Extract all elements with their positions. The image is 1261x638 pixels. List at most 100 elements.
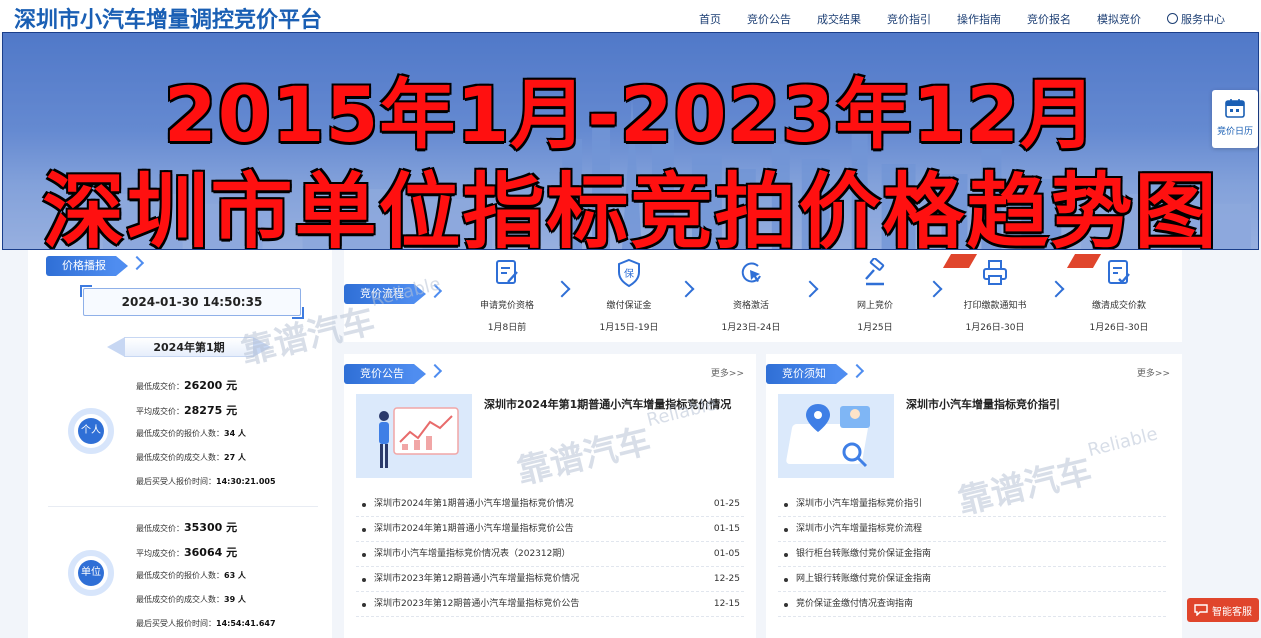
price-broadcast-panel: 价格播报 2024-01-30 14:50:35 2024年第1期 个人 最低成… bbox=[28, 250, 332, 638]
price-broadcast-tab: 价格播报 bbox=[46, 255, 145, 276]
broadcast-timestamp: 2024-01-30 14:50:35 bbox=[80, 285, 304, 319]
headline-title: 深圳市单位指标竞拍价格趋势图 bbox=[42, 165, 1219, 250]
step-title: 缴清成交价款 bbox=[1091, 301, 1146, 311]
list-item-date: 01-15 bbox=[713, 524, 740, 534]
chat-bubble-icon bbox=[1194, 604, 1208, 616]
stat-value: 36064 元 bbox=[184, 546, 238, 559]
bid-process-tab: 竞价流程 bbox=[344, 283, 443, 304]
nav-simulation[interactable]: 模拟竞价 bbox=[1097, 11, 1141, 27]
nav-announcements[interactable]: 竞价公告 bbox=[747, 11, 791, 27]
list-item-title: 深圳市2024年第1期普通小汽车增量指标竞价情况 bbox=[374, 499, 574, 509]
checklist-icon bbox=[1108, 260, 1130, 284]
guide-list: 深圳市小汽车增量指标竞价指引 深圳市小汽车增量指标竞价流程 银行柜台转账缴付竞价… bbox=[778, 492, 1166, 617]
stat-value: 28275 元 bbox=[184, 404, 238, 417]
step-activate[interactable]: 资格激活 1月23日-24日 bbox=[696, 258, 806, 333]
guides-tab: 竞价须知 bbox=[766, 363, 865, 384]
bid-calendar-widget[interactable]: 竞价日历 bbox=[1212, 90, 1258, 148]
step-title: 资格激活 bbox=[732, 301, 769, 311]
personal-avg-price: 平均成交价：28275 元 bbox=[136, 402, 237, 418]
personal-min-deals: 最低成交价的成交人数：27 人 bbox=[136, 452, 246, 463]
stat-label: 最低成交价的报价人数： bbox=[136, 429, 224, 438]
list-item[interactable]: 竞价保证金缴付情况查询指南 bbox=[778, 592, 1166, 617]
step-print-notice[interactable]: 打印缴款通知书 1月26日-30日 bbox=[940, 254, 1050, 333]
list-item[interactable]: 深圳市小汽车增量指标竞价指引 bbox=[778, 492, 1166, 517]
guides-more-link[interactable]: 更多>> bbox=[1137, 366, 1170, 379]
unit-min-price: 最低成交价：35300 元 bbox=[136, 519, 237, 535]
guide-feature-title[interactable]: 深圳市小汽车增量指标竞价指引 bbox=[906, 396, 1060, 412]
list-item-title: 深圳市2023年第12期普通小汽车增量指标竞价公告 bbox=[374, 599, 580, 609]
stat-value: 27 人 bbox=[224, 453, 246, 462]
stat-value: 39 人 bbox=[224, 595, 246, 604]
ribbon-badge bbox=[942, 254, 978, 268]
stat-value: 14:30:21.005 bbox=[216, 477, 276, 486]
stat-label: 最低成交价： bbox=[136, 382, 184, 391]
list-item[interactable]: 深圳市小汽车增量指标竞价情况表（202312期） 01-05 bbox=[356, 542, 744, 567]
unit-min-bidders: 最低成交价的报价人数：63 人 bbox=[136, 570, 246, 581]
stat-value: 35300 元 bbox=[184, 521, 238, 534]
guides-tab-label: 竞价须知 bbox=[782, 367, 826, 380]
chevron-right-icon bbox=[1047, 280, 1065, 298]
chevron-right-icon bbox=[427, 283, 443, 299]
step-title: 缴付保证金 bbox=[606, 301, 652, 311]
auction-hammer-icon bbox=[865, 257, 885, 286]
list-item-title: 网上银行转账缴付竞价保证金指南 bbox=[796, 574, 932, 584]
user-icon bbox=[1167, 13, 1178, 24]
nav-home[interactable]: 首页 bbox=[699, 11, 721, 27]
nav-operation[interactable]: 操作指南 bbox=[957, 11, 1001, 27]
stat-label: 最后买受人报价时间： bbox=[136, 619, 216, 628]
list-item[interactable]: 银行柜台转账缴付竞价保证金指南 bbox=[778, 542, 1166, 567]
site-title[interactable]: 深圳市小汽车增量调控竞价平台 bbox=[14, 2, 322, 34]
list-item-date: 12-15 bbox=[713, 599, 740, 609]
smart-service-chat-button[interactable]: 智能客服 bbox=[1187, 598, 1259, 622]
announcements-more-link[interactable]: 更多>> bbox=[711, 366, 744, 379]
list-item[interactable]: 深圳市2023年第12期普通小汽车增量指标竞价公告 12-15 bbox=[356, 592, 744, 617]
list-item[interactable]: 深圳市2024年第1期普通小汽车增量指标竞价情况 01-25 bbox=[356, 492, 744, 517]
calendar-label: 竞价日历 bbox=[1216, 127, 1253, 137]
step-date: 1月25日 bbox=[857, 323, 893, 333]
announcements-tab-label: 竞价公告 bbox=[360, 367, 404, 380]
unit-min-deals: 最低成交价的成交人数：39 人 bbox=[136, 594, 246, 605]
nav-registration[interactable]: 竞价报名 bbox=[1027, 11, 1071, 27]
shield-deposit-icon: 保 bbox=[618, 258, 640, 288]
nav-service-center[interactable]: 服务中心 bbox=[1167, 11, 1225, 27]
chat-label: 智能客服 bbox=[1212, 606, 1252, 618]
step-online-bid[interactable]: 网上竞价 1月25日 bbox=[820, 257, 930, 333]
stat-label: 平均成交价： bbox=[136, 549, 184, 558]
list-item-title: 竞价保证金缴付情况查询指南 bbox=[796, 599, 914, 609]
announcement-feature-title[interactable]: 深圳市2024年第1期普通小汽车增量指标竞价情况 bbox=[484, 396, 731, 412]
unit-avg-price: 平均成交价：36064 元 bbox=[136, 544, 237, 560]
step-deposit[interactable]: 保 缴付保证金 1月15日-19日 bbox=[574, 258, 684, 333]
personal-badge-label: 个人 bbox=[78, 418, 104, 444]
bid-process-strip: 竞价流程 申请竞价资格 1月8日前 保 缴付保证金 1月15日-19日 资格激活… bbox=[344, 250, 1182, 342]
step-pay-balance[interactable]: 缴清成交价款 1月26日-30日 bbox=[1064, 254, 1174, 333]
bid-process-tab-label: 竞价流程 bbox=[360, 287, 404, 300]
list-item[interactable]: 网上银行转账缴付竞价保证金指南 bbox=[778, 567, 1166, 592]
list-item[interactable]: 深圳市2024年第1期普通小汽车增量指标竞价公告 01-15 bbox=[356, 517, 744, 542]
main-nav: 首页 竞价公告 成交结果 竞价指引 操作指南 竞价报名 模拟竞价 服务中心 bbox=[673, 11, 1225, 27]
step-date: 1月26日-30日 bbox=[1089, 323, 1149, 333]
stat-label: 最低成交价： bbox=[136, 524, 184, 533]
announcements-tab: 竞价公告 bbox=[344, 363, 443, 384]
top-header: 深圳市小汽车增量调控竞价平台 首页 竞价公告 成交结果 竞价指引 操作指南 竞价… bbox=[0, 0, 1261, 34]
cursor-click-icon bbox=[741, 262, 761, 283]
stat-label: 平均成交价： bbox=[136, 407, 184, 416]
nav-guide[interactable]: 竞价指引 bbox=[887, 11, 931, 27]
map-search-illustration bbox=[778, 394, 894, 478]
announcement-list: 深圳市2024年第1期普通小汽车增量指标竞价情况 01-25 深圳市2024年第1… bbox=[356, 492, 744, 617]
list-item[interactable]: 深圳市2023年第12期普通小汽车增量指标竞价情况 12-25 bbox=[356, 567, 744, 592]
list-item-title: 深圳市2024年第1期普通小汽车增量指标竞价公告 bbox=[374, 524, 574, 534]
step-date: 1月26日-30日 bbox=[965, 323, 1025, 333]
step-apply[interactable]: 申请竞价资格 1月8日前 bbox=[452, 258, 562, 333]
edit-form-icon bbox=[496, 260, 518, 284]
stat-label: 最低成交价的成交人数： bbox=[136, 595, 224, 604]
stat-value: 14:54:41.647 bbox=[216, 619, 276, 628]
list-item-title: 深圳市小汽车增量指标竞价情况表（202312期） bbox=[374, 549, 571, 559]
list-item-date: 12-25 bbox=[713, 574, 740, 584]
list-item-date: 01-05 bbox=[713, 549, 740, 559]
divider bbox=[48, 506, 318, 507]
list-item[interactable]: 深圳市小汽车增量指标竞价流程 bbox=[778, 517, 1166, 542]
stat-value: 34 人 bbox=[224, 429, 246, 438]
nav-results[interactable]: 成交结果 bbox=[817, 11, 861, 27]
personal-badge: 个人 bbox=[68, 408, 114, 454]
hero-banner: 2015年1月-2023年12月 深圳市单位指标竞拍价格趋势图 bbox=[2, 32, 1259, 250]
